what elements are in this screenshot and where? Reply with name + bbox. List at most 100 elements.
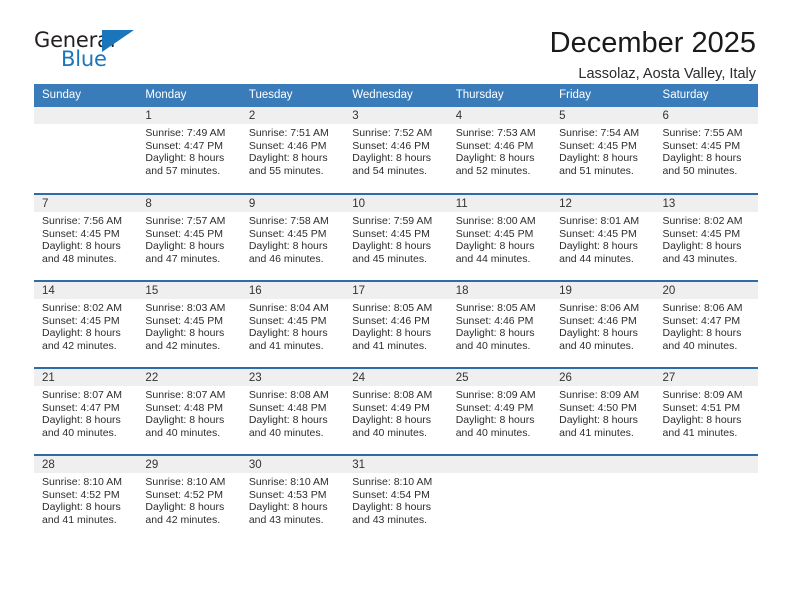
calendar-day-cell[interactable]: 26 Sunrise: 8:09 AM Sunset: 4:50 PM Dayligh… [551, 367, 655, 455]
daylight-text-line1: Daylight: 8 hours [248, 501, 328, 514]
sunrise-text: Sunrise: 7:58 AM [248, 215, 329, 227]
sunset-text: Sunset: 4:45 PM [559, 227, 637, 240]
daylight-text-line1: Daylight: 8 hours [145, 414, 225, 427]
day-details: Sunrise: 8:06 AM Sunset: 4:46 PM Daylight:… [551, 299, 654, 352]
day-details [34, 124, 137, 127]
sunrise-text: Sunrise: 8:02 AM [42, 302, 122, 314]
daylight-text-line1: Daylight: 8 hours [145, 240, 225, 253]
daylight-text-line2: and 47 minutes. [145, 252, 221, 265]
calendar-day-cell[interactable]: 15 Sunrise: 8:03 AM Sunset: 4:45 PM Dayligh… [137, 280, 241, 368]
sunrise-text: Sunrise: 7:52 AM [352, 127, 433, 139]
sunset-text: Sunset: 4:46 PM [455, 139, 534, 152]
calendar-day-cell[interactable]: 28 Sunrise: 8:10 AM Sunset: 4:52 PM Dayligh… [34, 454, 138, 542]
daylight-text-line2: and 41 minutes. [42, 513, 117, 526]
calendar-day-cell[interactable]: 25 Sunrise: 8:09 AM Sunset: 4:49 PM Dayligh… [447, 367, 552, 455]
sunrise-text: Sunrise: 8:01 AM [559, 215, 640, 227]
calendar-day-cell[interactable]: 11 Sunrise: 8:00 AM Sunset: 4:45 PM Dayligh… [447, 193, 552, 281]
calendar-day-cell[interactable]: 12 Sunrise: 8:01 AM Sunset: 4:45 PM Dayligh… [551, 193, 655, 281]
day-details: Sunrise: 8:02 AM Sunset: 4:45 PM Daylight:… [34, 299, 137, 352]
daylight-text-line1: Daylight: 8 hours [352, 152, 432, 165]
day-number: 6 [654, 107, 758, 124]
day-number: 8 [137, 195, 241, 212]
calendar-page: General Blue December 2025 Lassolaz, Aos… [0, 0, 792, 612]
daylight-text-line1: Daylight: 8 hours [559, 152, 638, 165]
calendar-day-cell[interactable]: 22 Sunrise: 8:07 AM Sunset: 4:48 PM Dayligh… [137, 367, 241, 455]
weekday-header-row: Sunday Monday Tuesday Wednesday Thursday Frid… [34, 84, 758, 107]
calendar-day-cell[interactable]: 18 Sunrise: 8:05 AM Sunset: 4:46 PM Dayligh… [447, 280, 552, 368]
calendar-day-cell[interactable]: 30 Sunrise: 8:10 AM Sunset: 4:53 PM Dayligh… [240, 454, 345, 542]
daylight-text-line2: and 52 minutes. [455, 164, 531, 177]
daylight-text-line1: Daylight: 8 hours [662, 152, 742, 165]
sunrise-text: Sunrise: 8:06 AM [662, 302, 743, 314]
calendar-day-cell[interactable]: 10 Sunrise: 7:59 AM Sunset: 4:45 PM Dayligh… [344, 193, 448, 281]
calendar-day-cell[interactable]: 31 Sunrise: 8:10 AM Sunset: 4:54 PM Dayligh… [344, 454, 448, 542]
daylight-text-line2: and 41 minutes. [662, 426, 738, 439]
daylight-text-line2: and 40 minutes. [145, 426, 221, 439]
daylight-text-line2: and 43 minutes. [248, 513, 324, 526]
calendar-day-cell[interactable]: 5 Sunrise: 7:54 AM Sunset: 4:45 PM Daylight… [551, 107, 655, 194]
general-blue-logo[interactable]: General Blue [34, 26, 144, 78]
daylight-text-line2: and 40 minutes. [455, 426, 531, 439]
day-number: 4 [447, 107, 552, 124]
calendar-day-cell[interactable]: 20 Sunrise: 8:06 AM Sunset: 4:47 PM Dayligh… [654, 280, 758, 368]
day-number: 22 [137, 369, 241, 386]
day-details: Sunrise: 8:10 AM Sunset: 4:54 PM Daylight:… [344, 473, 447, 526]
calendar-day-cell[interactable]: 27 Sunrise: 8:09 AM Sunset: 4:51 PM Dayligh… [654, 367, 758, 455]
daylight-text-line1: Daylight: 8 hours [352, 501, 432, 514]
day-number: 18 [447, 282, 552, 299]
sunset-text: Sunset: 4:45 PM [145, 227, 224, 240]
daylight-text-line2: and 40 minutes. [352, 426, 427, 439]
calendar-week-row: 21 Sunrise: 8:07 AM Sunset: 4:47 PM Dayligh… [34, 367, 758, 455]
calendar-day-cell[interactable]: 1 Sunrise: 7:49 AM Sunset: 4:47 PM Daylight… [137, 107, 241, 194]
sunrise-text: Sunrise: 8:00 AM [455, 215, 536, 227]
calendar-day-cell[interactable]: 29 Sunrise: 8:10 AM Sunset: 4:52 PM Dayligh… [137, 454, 241, 542]
calendar-cell-empty [34, 107, 138, 194]
calendar-day-cell[interactable]: 23 Sunrise: 8:08 AM Sunset: 4:48 PM Dayligh… [240, 367, 345, 455]
day-details: Sunrise: 8:10 AM Sunset: 4:52 PM Daylight:… [34, 473, 137, 526]
calendar-day-cell[interactable]: 4 Sunrise: 7:53 AM Sunset: 4:46 PM Daylight… [447, 107, 552, 194]
calendar-day-cell[interactable]: 14 Sunrise: 8:02 AM Sunset: 4:45 PM Dayligh… [34, 280, 138, 368]
day-details: Sunrise: 8:10 AM Sunset: 4:52 PM Daylight:… [137, 473, 240, 526]
sunset-text: Sunset: 4:45 PM [248, 227, 327, 240]
sunrise-text: Sunrise: 8:10 AM [145, 476, 226, 488]
day-details: Sunrise: 8:01 AM Sunset: 4:45 PM Daylight:… [551, 212, 654, 265]
day-number: 7 [34, 195, 138, 212]
calendar-day-cell[interactable]: 7 Sunrise: 7:56 AM Sunset: 4:45 PM Daylight… [34, 193, 138, 281]
sunset-text: Sunset: 4:45 PM [352, 227, 430, 240]
day-details: Sunrise: 8:04 AM Sunset: 4:45 PM Daylight:… [241, 299, 344, 352]
calendar-day-cell[interactable]: 8 Sunrise: 7:57 AM Sunset: 4:45 PM Daylight… [137, 193, 241, 281]
daylight-text-line1: Daylight: 8 hours [352, 327, 432, 340]
daylight-text-line1: Daylight: 8 hours [559, 414, 638, 427]
daylight-text-line1: Daylight: 8 hours [352, 240, 432, 253]
day-number: 3 [344, 107, 448, 124]
calendar-day-cell[interactable]: 21 Sunrise: 8:07 AM Sunset: 4:47 PM Dayligh… [34, 367, 138, 455]
calendar-week-row: 1 Sunrise: 7:49 AM Sunset: 4:47 PM Daylight… [34, 107, 758, 194]
day-details: Sunrise: 8:08 AM Sunset: 4:48 PM Daylight:… [241, 386, 344, 439]
calendar-day-cell[interactable]: 6 Sunrise: 7:55 AM Sunset: 4:45 PM Daylight… [654, 107, 758, 194]
sunrise-text: Sunrise: 8:07 AM [42, 389, 122, 401]
calendar-day-cell[interactable]: 17 Sunrise: 8:05 AM Sunset: 4:46 PM Dayligh… [344, 280, 448, 368]
calendar-day-cell[interactable]: 16 Sunrise: 8:04 AM Sunset: 4:45 PM Dayligh… [240, 280, 345, 368]
day-details: Sunrise: 8:07 AM Sunset: 4:48 PM Daylight:… [137, 386, 240, 439]
day-details: Sunrise: 7:58 AM Sunset: 4:45 PM Daylight:… [241, 212, 344, 265]
sunset-text: Sunset: 4:45 PM [662, 227, 741, 240]
day-number: 26 [551, 369, 655, 386]
calendar-day-cell[interactable]: 13 Sunrise: 8:02 AM Sunset: 4:45 PM Dayligh… [654, 193, 758, 281]
daylight-text-line2: and 41 minutes. [248, 339, 324, 352]
sunrise-text: Sunrise: 8:04 AM [248, 302, 329, 314]
sunset-text: Sunset: 4:45 PM [559, 139, 637, 152]
sunrise-text: Sunrise: 7:54 AM [559, 127, 640, 139]
calendar-day-cell[interactable]: 3 Sunrise: 7:52 AM Sunset: 4:46 PM Daylight… [344, 107, 448, 194]
day-number: 29 [137, 456, 241, 473]
daylight-text-line2: and 42 minutes. [145, 339, 221, 352]
calendar-cell-empty [654, 454, 758, 542]
logo-triangle-icon [102, 30, 134, 52]
calendar-day-cell[interactable]: 9 Sunrise: 7:58 AM Sunset: 4:45 PM Daylight… [240, 193, 345, 281]
calendar-day-cell[interactable]: 19 Sunrise: 8:06 AM Sunset: 4:46 PM Dayligh… [551, 280, 655, 368]
page-title: December 2025 [549, 27, 756, 59]
sunset-text: Sunset: 4:52 PM [145, 488, 224, 501]
weekday-header-friday: Friday [551, 84, 655, 107]
calendar-day-cell[interactable]: 24 Sunrise: 8:08 AM Sunset: 4:49 PM Dayligh… [344, 367, 448, 455]
sunrise-text: Sunrise: 8:09 AM [559, 389, 640, 401]
calendar-day-cell[interactable]: 2 Sunrise: 7:51 AM Sunset: 4:46 PM Daylight… [240, 107, 345, 194]
